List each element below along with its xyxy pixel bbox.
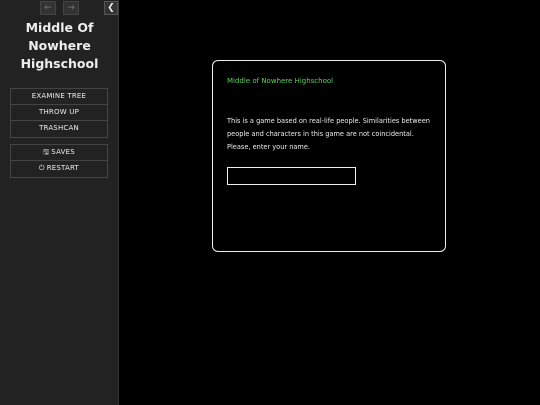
story-menu: EXAMINE TREE THROW UP TRASHCAN: [10, 88, 108, 138]
saves-button[interactable]: 🖫 SAVES: [11, 145, 107, 161]
menu-item-throw-up[interactable]: THROW UP: [11, 105, 107, 121]
story-title: Middle Of Nowhere Highschool: [20, 20, 99, 71]
saves-label: SAVES: [51, 148, 75, 156]
sidebar-collapse-button[interactable]: ❮: [104, 1, 118, 15]
passage-heading: Middle of Nowhere Highschool: [227, 77, 334, 85]
passage-panel: Middle of Nowhere Highschool This is a g…: [212, 60, 446, 252]
system-menu: 🖫 SAVES ⏻ RESTART: [10, 144, 108, 178]
menu-item-trashcan[interactable]: TRASHCAN: [11, 121, 107, 137]
left-arrow-icon: ←: [44, 3, 52, 13]
restart-label: RESTART: [46, 164, 80, 172]
right-arrow-icon: →: [67, 3, 75, 13]
name-input[interactable]: [227, 167, 356, 185]
passage-text: This is a game based on real-life people…: [227, 117, 430, 151]
history-forward-button[interactable]: →: [63, 1, 79, 15]
story-sidebar: ← → ❮ Middle Of Nowhere Highschool EXAMI…: [0, 0, 119, 405]
power-icon: ⏻: [38, 164, 45, 172]
floppy-disk-icon: 🖫: [43, 148, 50, 156]
chevron-left-icon: ❮: [107, 3, 115, 13]
restart-button[interactable]: ⏻ RESTART: [11, 161, 107, 177]
menu-item-examine-tree[interactable]: EXAMINE TREE: [11, 89, 107, 105]
history-back-button[interactable]: ←: [40, 1, 56, 15]
